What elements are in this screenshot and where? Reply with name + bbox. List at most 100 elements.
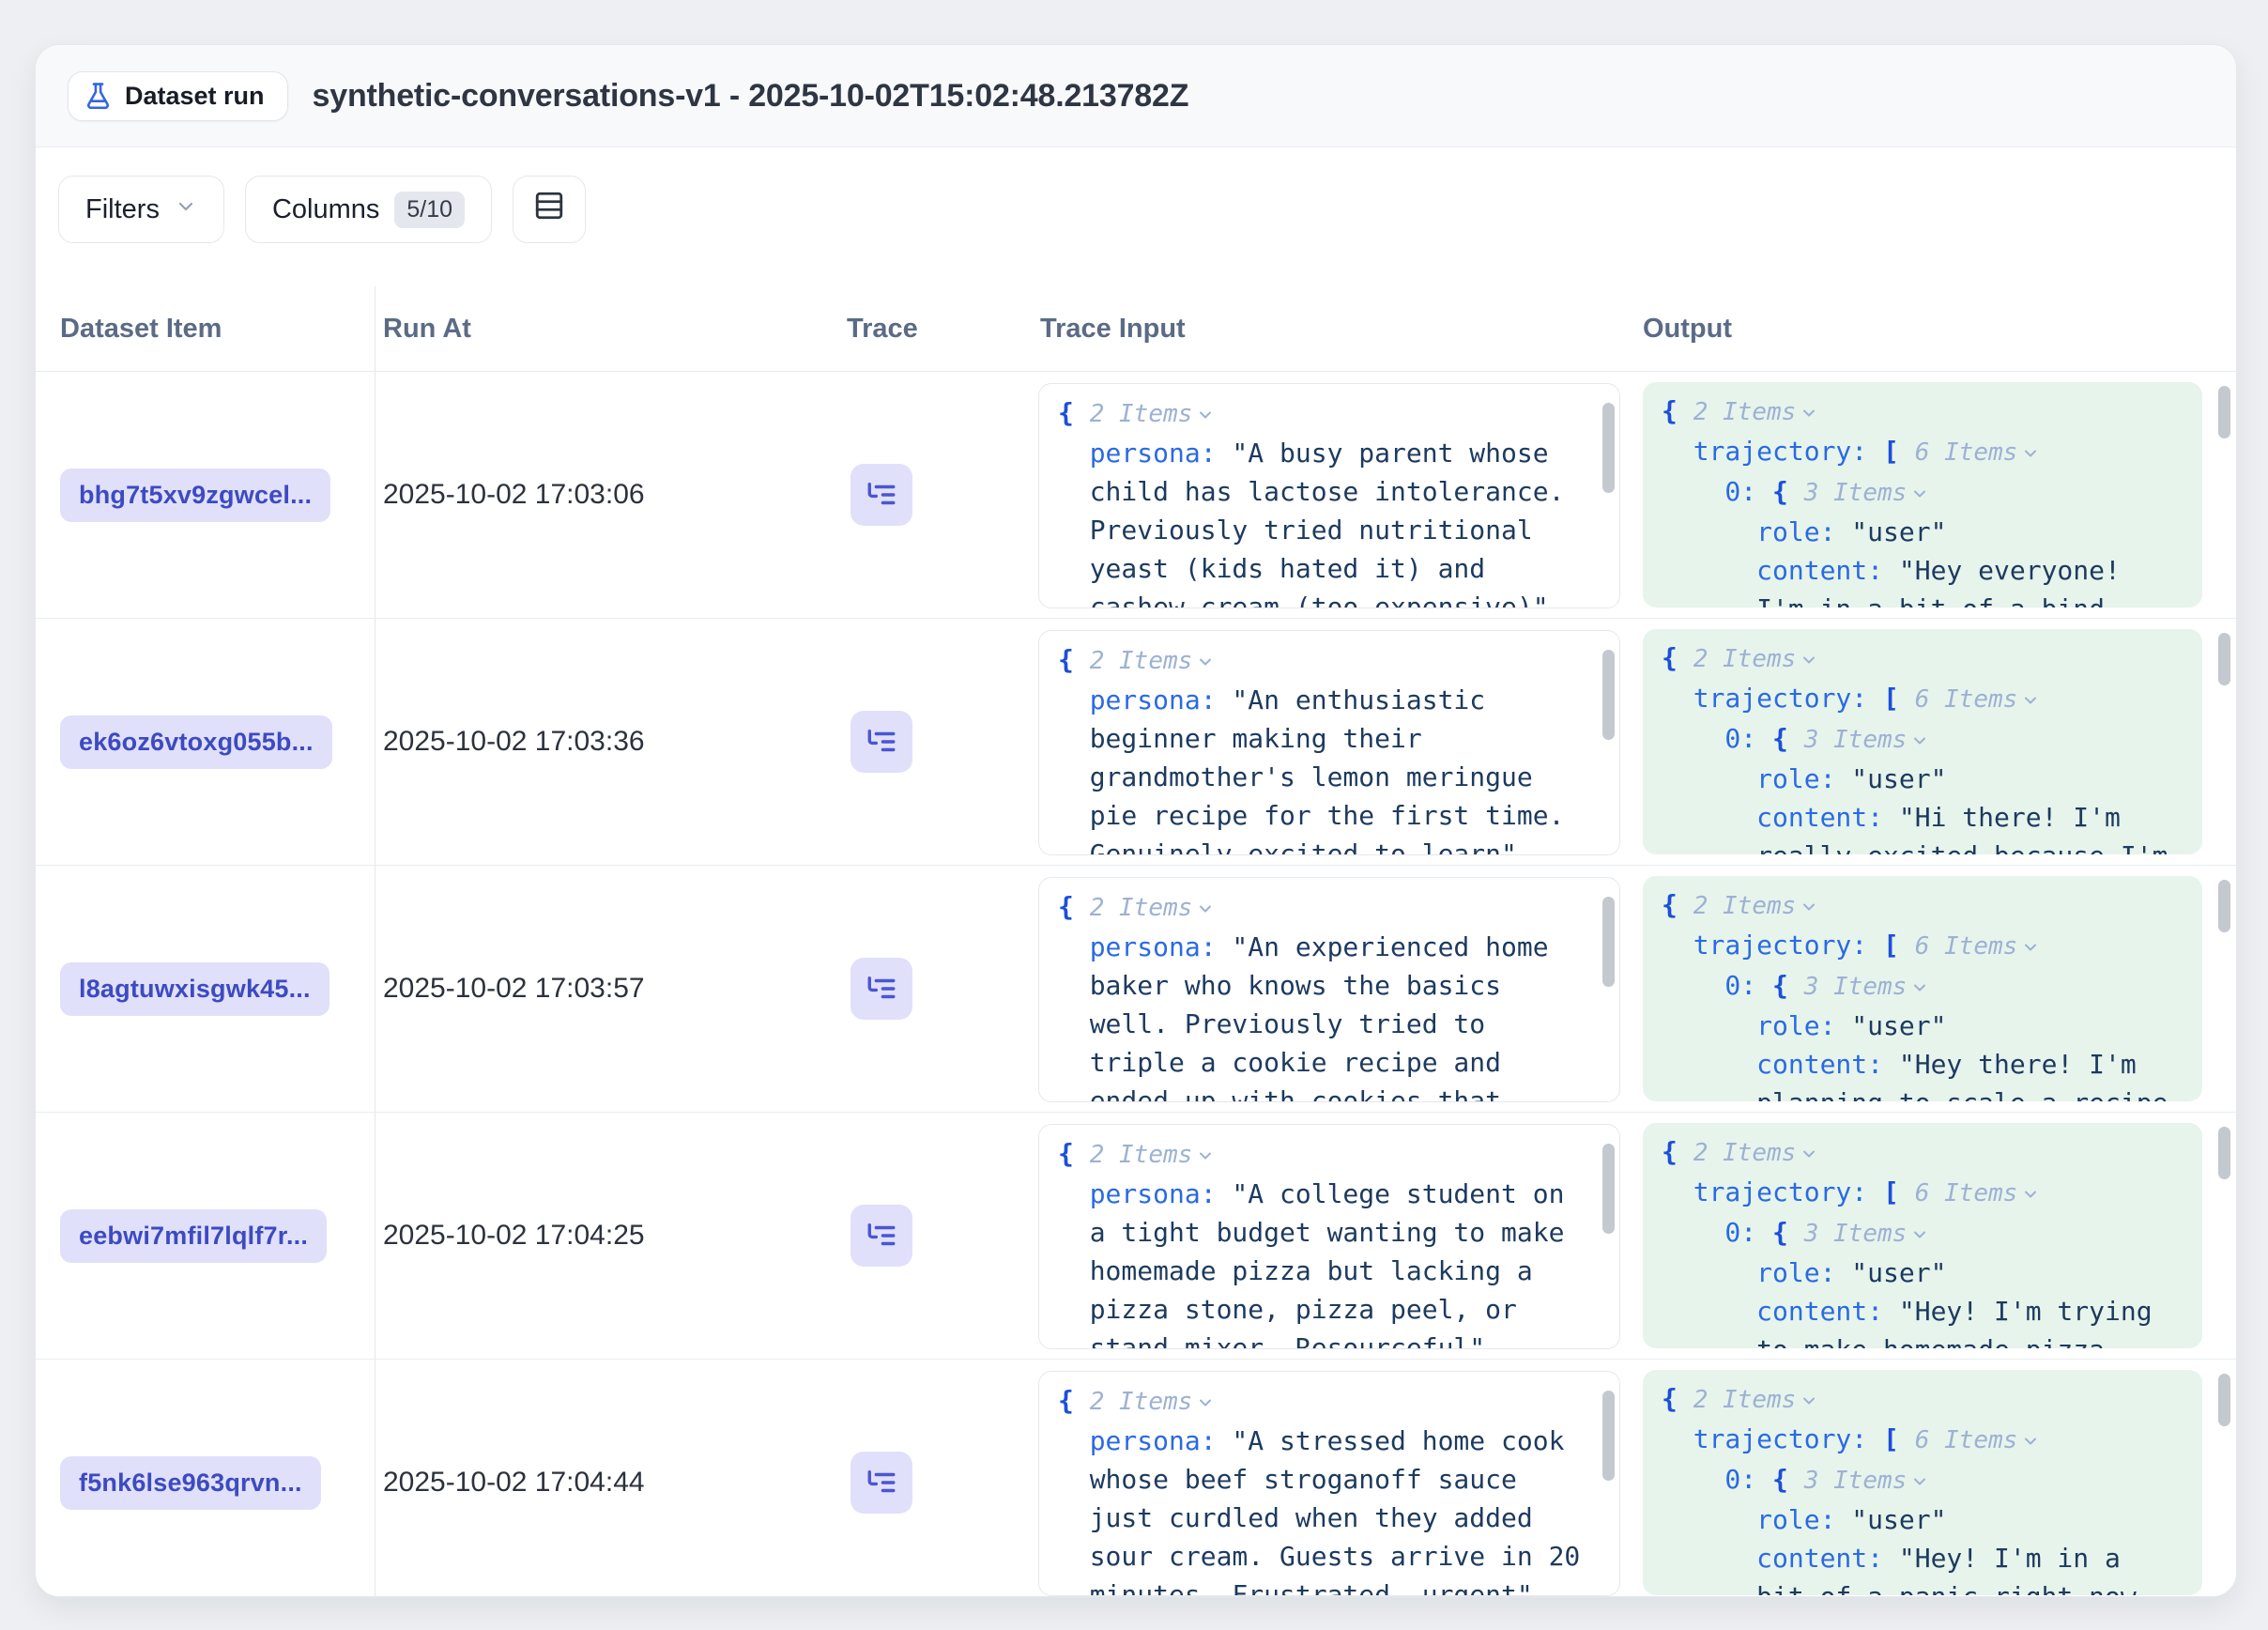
trace-input-json-viewer[interactable]: { 2 Itemspersona: "An experienced home b… <box>1038 877 1620 1102</box>
json-key: content: <box>1756 1296 1899 1327</box>
output-cell-wrap: { 2 Itemstrajectory: [ 6 Items0: { 3 Ite… <box>1643 876 2230 1101</box>
trace-input-json-viewer[interactable]: { 2 Itemspersona: "An enthusiastic begin… <box>1038 630 1620 855</box>
chevron-down-icon <box>1910 978 1929 997</box>
json-collapse-toggle[interactable]: 2 Items <box>1693 645 1819 673</box>
json-line: { 2 Items <box>1662 638 2176 679</box>
json-collapse-toggle[interactable]: 2 Items <box>1693 398 1819 426</box>
json-line: content: "Hey! I'm trying to make homema… <box>1662 1292 2176 1348</box>
dataset-item-cell: ek6oz6vtoxg055b... <box>36 619 375 865</box>
json-line: { 2 Items <box>1662 1132 2176 1173</box>
scrollbar-thumb[interactable] <box>1602 650 1615 740</box>
json-collapse-toggle[interactable]: 3 Items <box>1804 479 1930 507</box>
scrollbar-thumb[interactable] <box>1602 403 1615 493</box>
columns-button[interactable]: Columns 5/10 <box>245 176 492 243</box>
scrollbar-thumb[interactable] <box>2218 633 2230 685</box>
json-key: content: <box>1756 802 1899 833</box>
trace-input-cell: { 2 Itemspersona: "An experienced home b… <box>1019 875 1620 1102</box>
card-header: Dataset run synthetic-conversations-v1 -… <box>36 45 2236 147</box>
trace-input-json-viewer[interactable]: { 2 Itemspersona: "A college student on … <box>1038 1124 1620 1349</box>
scrollbar-thumb[interactable] <box>2218 1374 2230 1426</box>
dataset-run-card: Dataset run synthetic-conversations-v1 -… <box>35 44 2237 1597</box>
chevron-down-icon <box>2021 1185 2040 1204</box>
filters-button-label: Filters <box>85 194 160 225</box>
trace-button[interactable] <box>850 464 912 526</box>
json-collapse-toggle[interactable]: 2 Items <box>1693 1386 1819 1414</box>
json-collapse-toggle[interactable]: 3 Items <box>1804 973 1930 1001</box>
json-collapse-toggle[interactable]: 2 Items <box>1090 400 1216 428</box>
flask-icon <box>84 82 113 111</box>
column-header-trace: Trace <box>841 286 1019 371</box>
list-tree-icon <box>866 1220 897 1252</box>
json-value: "user" <box>1851 763 1946 794</box>
table-row: eebwi7mfil7lqlf7r...2025-10-02 17:04:25{… <box>36 1113 2236 1360</box>
json-collapse-toggle[interactable]: 3 Items <box>1804 1220 1930 1248</box>
json-collapse-toggle[interactable]: 2 Items <box>1090 1141 1216 1169</box>
json-line: role: "user" <box>1662 513 2176 551</box>
json-line: role: "user" <box>1662 1500 2176 1539</box>
output-json-viewer[interactable]: { 2 Itemstrajectory: [ 6 Items0: { 3 Ite… <box>1643 876 2202 1101</box>
output-json-viewer[interactable]: { 2 Itemstrajectory: [ 6 Items0: { 3 Ite… <box>1643 629 2202 854</box>
dataset-item-badge[interactable]: eebwi7mfil7lqlf7r... <box>60 1209 327 1263</box>
json-collapse-toggle[interactable]: 2 Items <box>1693 892 1819 920</box>
json-key: 0: <box>1724 1217 1772 1248</box>
json-collapse-toggle[interactable]: 6 Items <box>1915 1426 2041 1454</box>
dataset-item-badge[interactable]: l8agtuwxisgwk45... <box>60 962 329 1016</box>
chevron-down-icon <box>2021 691 2040 710</box>
trace-button[interactable] <box>850 1452 912 1514</box>
output-json-viewer[interactable]: { 2 Itemstrajectory: [ 6 Items0: { 3 Ite… <box>1643 1123 2202 1348</box>
trace-input-cell: { 2 Itemspersona: "A college student on … <box>1019 1122 1620 1349</box>
json-collapse-toggle[interactable]: 6 Items <box>1915 932 2041 961</box>
scrollbar-thumb[interactable] <box>2218 880 2230 932</box>
json-collapse-toggle[interactable]: 2 Items <box>1693 1139 1819 1167</box>
json-line: role: "user" <box>1662 1253 2176 1292</box>
scrollbar-thumb[interactable] <box>1602 1391 1615 1481</box>
dataset-item-badge[interactable]: ek6oz6vtoxg055b... <box>60 715 332 769</box>
trace-input-json-viewer[interactable]: { 2 Itemspersona: "A stressed home cook … <box>1038 1371 1620 1596</box>
trace-input-json-viewer[interactable]: { 2 Itemspersona: "A busy parent whose c… <box>1038 383 1620 608</box>
trace-cell <box>841 711 1019 773</box>
json-key: trajectory: <box>1693 436 1883 467</box>
chevron-down-icon <box>2021 1432 2040 1451</box>
dataset-item-badge[interactable]: bhg7t5xv9zgwcel... <box>60 469 330 522</box>
json-collapse-toggle[interactable]: 2 Items <box>1090 1388 1216 1416</box>
trace-cell <box>841 464 1019 526</box>
trace-button[interactable] <box>850 958 912 1020</box>
scrollbar-thumb[interactable] <box>1602 1144 1615 1234</box>
json-key: trajectory: <box>1693 930 1883 961</box>
output-cell-wrap: { 2 Itemstrajectory: [ 6 Items0: { 3 Ite… <box>1643 1370 2230 1595</box>
json-collapse-toggle[interactable]: 6 Items <box>1915 438 2041 467</box>
trace-input-cell: { 2 Itemspersona: "A busy parent whose c… <box>1019 381 1620 608</box>
run-at-cell: 2025-10-02 17:03:36 <box>375 726 841 758</box>
json-collapse-toggle[interactable]: 3 Items <box>1804 1467 1930 1495</box>
dataset-item-cell: eebwi7mfil7lqlf7r... <box>36 1113 375 1359</box>
json-key: persona: <box>1090 684 1233 715</box>
chevron-down-icon <box>1800 1145 1818 1163</box>
chevron-down-icon <box>1910 731 1929 750</box>
output-json-viewer[interactable]: { 2 Itemstrajectory: [ 6 Items0: { 3 Ite… <box>1643 1370 2202 1595</box>
json-key: role: <box>1756 516 1851 547</box>
scrollbar-thumb[interactable] <box>1602 897 1615 987</box>
json-line: 0: { 3 Items <box>1662 472 2176 513</box>
list-tree-icon <box>866 973 897 1005</box>
trace-button[interactable] <box>850 1205 912 1267</box>
json-key: role: <box>1756 763 1851 794</box>
scrollbar-thumb[interactable] <box>2218 1127 2230 1179</box>
json-line: 0: { 3 Items <box>1662 1213 2176 1253</box>
json-collapse-toggle[interactable]: 3 Items <box>1804 726 1930 754</box>
column-header-output: Output <box>1620 286 2236 371</box>
json-collapse-toggle[interactable]: 2 Items <box>1090 894 1216 922</box>
json-key: role: <box>1756 1257 1851 1288</box>
trace-input-cell: { 2 Itemspersona: "A stressed home cook … <box>1019 1369 1620 1596</box>
filters-button[interactable]: Filters <box>58 176 224 243</box>
trace-button[interactable] <box>850 711 912 773</box>
json-value: "user" <box>1851 1504 1946 1535</box>
output-json-viewer[interactable]: { 2 Itemstrajectory: [ 6 Items0: { 3 Ite… <box>1643 382 2202 607</box>
row-height-button[interactable] <box>513 176 586 243</box>
json-collapse-toggle[interactable]: 6 Items <box>1915 685 2041 714</box>
json-collapse-toggle[interactable]: 2 Items <box>1090 647 1216 675</box>
scrollbar-thumb[interactable] <box>2218 386 2230 438</box>
dataset-item-badge[interactable]: f5nk6lse963qrvn... <box>60 1456 321 1510</box>
json-key: trajectory: <box>1693 1176 1883 1207</box>
chevron-down-icon <box>1196 406 1215 424</box>
json-collapse-toggle[interactable]: 6 Items <box>1915 1179 2041 1207</box>
